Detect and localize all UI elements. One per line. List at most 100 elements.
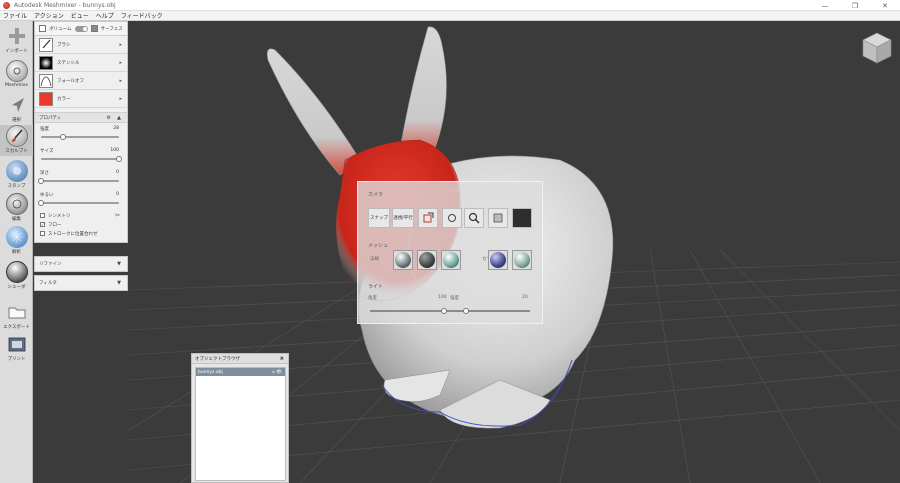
close-button[interactable]: ✕ bbox=[870, 0, 900, 11]
filter-section[interactable]: フィルタ ▼ bbox=[34, 275, 128, 291]
stroke-label: ストロークに位置合わせ bbox=[48, 231, 98, 237]
light-title-text: ライト bbox=[368, 284, 384, 290]
light-angle-thumb[interactable] bbox=[440, 308, 447, 314]
tool-print[interactable]: プリント bbox=[0, 333, 33, 362]
size-track[interactable] bbox=[41, 156, 122, 162]
menu-feedback[interactable]: フィードバック bbox=[121, 11, 163, 20]
lazy-track[interactable] bbox=[38, 200, 119, 206]
visibility-icon[interactable]: ⌂ 👁 bbox=[272, 370, 282, 375]
mode-volume-label[interactable]: ボリューム bbox=[49, 26, 71, 32]
gear-icon[interactable]: ⚙ bbox=[107, 115, 111, 121]
size-thumb[interactable] bbox=[116, 156, 122, 162]
tool-edit-label: 編集 bbox=[12, 217, 21, 222]
tool-import[interactable]: インポート bbox=[0, 25, 33, 54]
flow-checkbox[interactable]: ✓ bbox=[40, 222, 45, 227]
sculpt-panel: ボリューム サーフェス ブラシ ▸ ステンシル ▸ フォールオフ ▸ カラー ▸… bbox=[34, 21, 128, 243]
lazy-label: ゆるい bbox=[40, 193, 54, 198]
strength-thumb[interactable] bbox=[59, 134, 66, 140]
strength-track[interactable] bbox=[41, 134, 119, 140]
shader-sphere-matcap[interactable] bbox=[393, 250, 413, 270]
falloff-label: フォールオフ bbox=[57, 78, 84, 84]
stencil-swatch-icon bbox=[39, 55, 53, 70]
light-intensity-label: 強度 bbox=[450, 296, 459, 301]
strength-slider[interactable]: 強度 28 bbox=[35, 123, 127, 145]
falloff-picker[interactable]: フォールオフ ▸ bbox=[35, 72, 127, 90]
mode-row: ボリューム サーフェス bbox=[35, 22, 127, 36]
properties-header[interactable]: プロパティ ⚙ ▲ bbox=[35, 112, 127, 123]
mode-toggle[interactable] bbox=[74, 25, 88, 32]
symmetry-checkbox[interactable] bbox=[40, 213, 45, 218]
mode-surface-label[interactable]: サーフェス bbox=[101, 26, 123, 32]
menu-help[interactable]: ヘルプ bbox=[96, 11, 114, 20]
brush-picker[interactable]: ブラシ ▸ bbox=[35, 36, 127, 54]
size-value: 100 bbox=[110, 148, 119, 153]
shading-label: 法線 bbox=[370, 257, 379, 262]
menu-view[interactable]: ビュー bbox=[71, 11, 89, 20]
chevron-down-icon: ▼ bbox=[117, 261, 121, 267]
orbit-icon[interactable] bbox=[442, 208, 462, 228]
chevron-right-icon: ▸ bbox=[119, 95, 122, 102]
mesh-title: メッシュ bbox=[368, 243, 389, 249]
light-slider-track[interactable] bbox=[370, 308, 530, 314]
depth-label: 深さ bbox=[40, 171, 49, 176]
zoom-icon[interactable] bbox=[464, 208, 484, 228]
lazy-slider[interactable]: ゆるい 0 bbox=[35, 189, 127, 211]
bunny-ear-right bbox=[399, 26, 447, 161]
perspective-button[interactable]: 透視/平行 bbox=[392, 208, 414, 228]
surface-mode-icon bbox=[90, 25, 98, 32]
menu-actions[interactable]: アクション bbox=[34, 11, 64, 20]
tool-meshmix[interactable]: Meshmixx bbox=[0, 60, 33, 88]
view-cube[interactable] bbox=[861, 31, 893, 65]
color-sphere-blue[interactable] bbox=[488, 250, 508, 270]
chevron-right-icon: ▸ bbox=[119, 59, 122, 66]
depth-thumb[interactable] bbox=[38, 178, 44, 184]
minimize-button[interactable]: — bbox=[810, 0, 840, 11]
brush-swatch-icon bbox=[39, 37, 53, 52]
light-intensity-thumb[interactable] bbox=[463, 308, 469, 314]
refine-section[interactable]: リファイン ▼ bbox=[34, 256, 128, 272]
lazy-value: 0 bbox=[116, 192, 119, 197]
tool-export[interactable]: エクスポート bbox=[0, 301, 33, 330]
color-sphere-grey[interactable] bbox=[512, 250, 532, 270]
object-browser-header[interactable]: オブジェクトブラウザ ✖ bbox=[192, 354, 288, 364]
select-arrow-icon bbox=[6, 94, 28, 116]
fit-view-icon[interactable] bbox=[488, 208, 508, 228]
stamp-icon bbox=[5, 160, 28, 182]
stroke-option[interactable]: ストロークに位置合わせ bbox=[35, 229, 127, 238]
tool-analysis[interactable]: 解析 bbox=[0, 226, 33, 255]
tool-select-label: 選択 bbox=[12, 118, 21, 123]
window-controls: — ❐ ✕ bbox=[810, 0, 900, 11]
stroke-checkbox[interactable] bbox=[40, 231, 45, 236]
tool-sculpt[interactable]: スカルプト bbox=[0, 125, 33, 156]
shader-sphere-dark[interactable] bbox=[417, 250, 437, 270]
shader-sphere-teal[interactable] bbox=[441, 250, 461, 270]
frame-icon[interactable] bbox=[418, 208, 438, 228]
edit-sphere-icon bbox=[5, 193, 28, 215]
background-color-button[interactable] bbox=[512, 208, 532, 228]
object-name: bunnys.obj bbox=[198, 369, 223, 375]
restore-button[interactable]: ❐ bbox=[840, 0, 870, 11]
tool-edit[interactable]: 編集 bbox=[0, 193, 33, 222]
tool-stamp[interactable]: スタンプ bbox=[0, 160, 33, 189]
color-picker[interactable]: カラー ▸ bbox=[35, 90, 127, 108]
stencil-picker[interactable]: ステンシル ▸ bbox=[35, 54, 127, 72]
symmetry-option[interactable]: シンメトリ ✂ bbox=[35, 211, 127, 220]
depth-slider[interactable]: 深さ 0 bbox=[35, 167, 127, 189]
chevron-right-icon: ▸ bbox=[119, 77, 122, 84]
color-swatch[interactable] bbox=[39, 91, 53, 106]
depth-track[interactable] bbox=[38, 178, 119, 184]
tool-export-label: エクスポート bbox=[3, 325, 30, 330]
tool-select[interactable]: 選択 bbox=[0, 94, 33, 123]
symmetry-label: シンメトリ bbox=[48, 213, 71, 219]
close-icon[interactable]: ✖ bbox=[280, 356, 284, 362]
size-slider[interactable]: サイズ 100 bbox=[35, 145, 127, 167]
lazy-thumb[interactable] bbox=[38, 200, 44, 206]
brush-label: ブラシ bbox=[57, 42, 71, 48]
tool-shader[interactable]: シェーダ bbox=[0, 261, 33, 290]
symmetry-tool-icon[interactable]: ✂ bbox=[115, 212, 120, 219]
snap-button[interactable]: スナップ bbox=[368, 208, 390, 228]
object-row[interactable]: bunnys.obj ⌂ 👁 bbox=[196, 368, 285, 376]
volume-mode-icon bbox=[39, 25, 47, 32]
flow-option[interactable]: ✓ フロー bbox=[35, 220, 127, 229]
menu-file[interactable]: ファイル bbox=[3, 11, 27, 20]
